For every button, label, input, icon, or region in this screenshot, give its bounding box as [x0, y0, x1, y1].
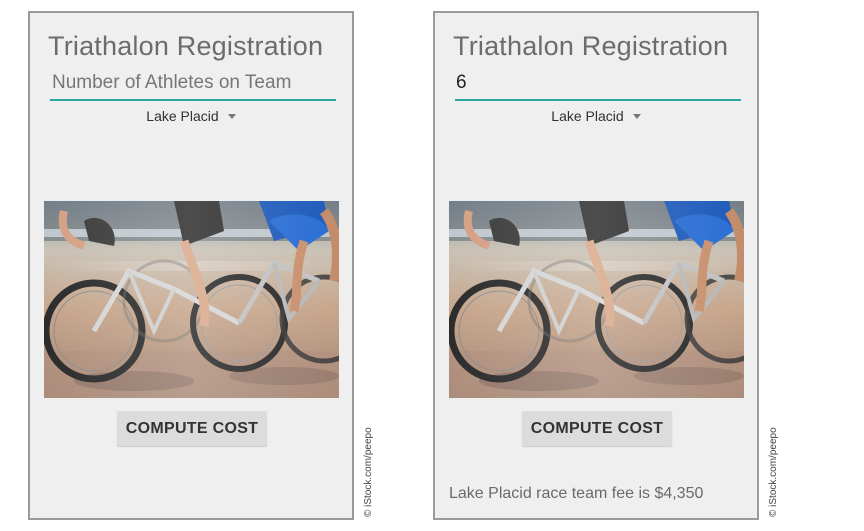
app-title: Triathalon Registration [453, 31, 729, 61]
compute-cost-button[interactable]: COMPUTE COST [117, 411, 267, 446]
athletes-input[interactable]: Number of Athletes on Team [50, 69, 336, 101]
location-spinner[interactable]: Lake Placid [435, 108, 757, 124]
location-selected: Lake Placid [146, 108, 219, 124]
triangle-down-icon [227, 114, 236, 119]
location-selected: Lake Placid [551, 108, 624, 124]
cyclists-photo [44, 201, 339, 398]
athletes-input[interactable]: 6 [455, 69, 741, 101]
screen-result: Triathalon Registration 6 Lake Placid CO… [433, 11, 759, 520]
compute-cost-button[interactable]: COMPUTE COST [522, 411, 672, 446]
location-spinner[interactable]: Lake Placid [30, 108, 352, 124]
app-title: Triathalon Registration [48, 31, 324, 61]
cyclists-photo [449, 201, 744, 398]
photo-credit: © iStock.com/peepo [768, 427, 779, 517]
triangle-down-icon [632, 114, 641, 119]
result-text: Lake Placid race team fee is $4,350 [449, 485, 704, 502]
photo-credit: © iStock.com/peepo [363, 427, 374, 517]
screen-initial: Triathalon Registration Number of Athlet… [28, 11, 354, 520]
